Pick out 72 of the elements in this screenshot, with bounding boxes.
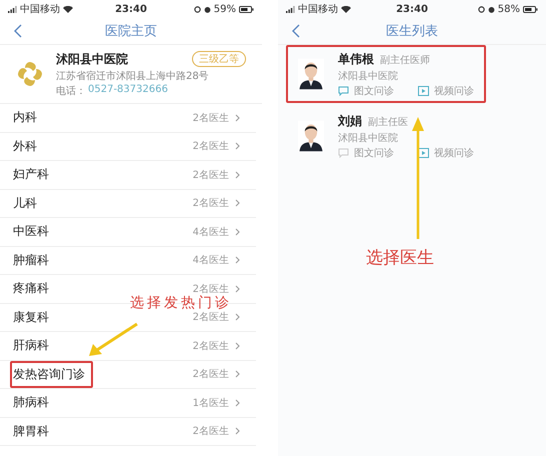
chevron-icon[interactable] <box>235 370 240 378</box>
department-name[interactable]: 疼痛科 <box>10 275 57 302</box>
department-name[interactable]: 肿瘤科 <box>10 246 57 274</box>
status-time: 23:40 <box>396 4 428 14</box>
doctor-card[interactable]: 刘娟 副主任医 沭阳县中医院 图文问诊 视频问诊 <box>286 107 486 165</box>
doctor-count: 2名医生 <box>192 368 229 382</box>
doctor-count: 2名医生 <box>192 424 229 438</box>
battery-percent: 59% <box>214 4 236 14</box>
back-icon[interactable] <box>14 24 22 38</box>
hospital-name: 沭阳县中医院 <box>56 50 128 68</box>
hospital-logo-icon <box>16 60 44 88</box>
chevron-icon[interactable] <box>235 342 240 350</box>
doctor-count: 2名医生 <box>192 140 229 154</box>
chevron-icon[interactable] <box>235 398 240 407</box>
chevron-icon[interactable] <box>235 170 240 179</box>
play-icon[interactable] <box>418 86 429 96</box>
doctor-title: 副主任医 <box>368 116 408 128</box>
doctor-count: 4名医生 <box>192 254 229 268</box>
back-icon[interactable] <box>292 24 300 38</box>
chevron-icon[interactable] <box>235 427 240 436</box>
carrier-name: 中国移动 <box>298 2 338 16</box>
battery-icon <box>523 6 538 12</box>
doctor-hospital: 沭阳县中医院 <box>338 70 399 82</box>
doctor-count: 2名医生 <box>192 196 229 210</box>
doctor-title: 副主任医师 <box>380 54 430 66</box>
chevron-icon[interactable] <box>235 142 240 150</box>
doctor-count: 4名医生 <box>192 226 229 239</box>
wifi-icon <box>63 6 73 12</box>
page-title: 医生列表 <box>386 23 438 40</box>
signal-icon <box>286 6 295 12</box>
department-name[interactable]: 肺病科 <box>10 389 57 416</box>
chevron-icon[interactable] <box>235 199 240 208</box>
carrier-name: 中国移动 <box>20 2 60 16</box>
status-time: 23:40 <box>115 4 147 14</box>
annotation-text: 选择发热门诊 <box>130 296 232 310</box>
battery-percent: 58% <box>498 4 520 14</box>
department-name[interactable]: 内科 <box>10 104 45 132</box>
doctor-count: 2名医生 <box>192 340 229 353</box>
department-name[interactable]: 外科 <box>10 132 45 160</box>
doctor-count: 2名医生 <box>192 112 229 125</box>
doctor-name: 刘娟 <box>338 112 362 130</box>
department-name[interactable]: 妇产科 <box>10 161 57 188</box>
chat-icon[interactable] <box>338 86 349 96</box>
annotation-arrow <box>87 322 139 358</box>
play-icon[interactable] <box>418 148 429 158</box>
doctor-count: 2名医生 <box>192 310 229 324</box>
doctor-hospital: 沭阳县中医院 <box>338 132 399 144</box>
wifi-icon <box>341 6 351 12</box>
doctor-name: 单伟根 <box>338 50 374 68</box>
chevron-icon[interactable] <box>235 313 240 322</box>
doctor-count: 2名医生 <box>192 282 229 295</box>
chevron-icon[interactable] <box>235 256 240 264</box>
chevron-icon[interactable] <box>235 228 240 236</box>
hospital-address: 江苏省宿迁市沭阳县上海中路28号 <box>56 70 210 82</box>
department-name[interactable]: 脾胃科 <box>10 418 57 445</box>
department-name[interactable]: 肝病科 <box>10 332 57 360</box>
chevron-icon[interactable] <box>235 284 240 293</box>
page-title: 医院主页 <box>105 23 157 40</box>
department-name[interactable]: 康复科 <box>10 304 57 331</box>
phone-label: 电话： <box>56 84 86 98</box>
annotation-text: 选择医生 <box>366 250 434 267</box>
department-name[interactable]: 中医科 <box>10 218 57 246</box>
chat-icon[interactable] <box>338 148 349 158</box>
doctor-card[interactable]: 单伟根 副主任医师 沭阳县中医院 图文问诊 视频问诊 <box>286 45 486 103</box>
department-name[interactable]: 发热咨询门诊 <box>10 360 93 388</box>
department-name[interactable]: 儿科 <box>10 190 45 217</box>
doctor-count: 2名医生 <box>192 168 229 182</box>
hospital-grade-badge: 三级乙等 <box>192 51 246 67</box>
doctor-count: 1名医生 <box>192 396 229 410</box>
signal-icon <box>8 6 17 12</box>
chevron-icon[interactable] <box>235 114 240 122</box>
battery-icon <box>239 6 254 12</box>
